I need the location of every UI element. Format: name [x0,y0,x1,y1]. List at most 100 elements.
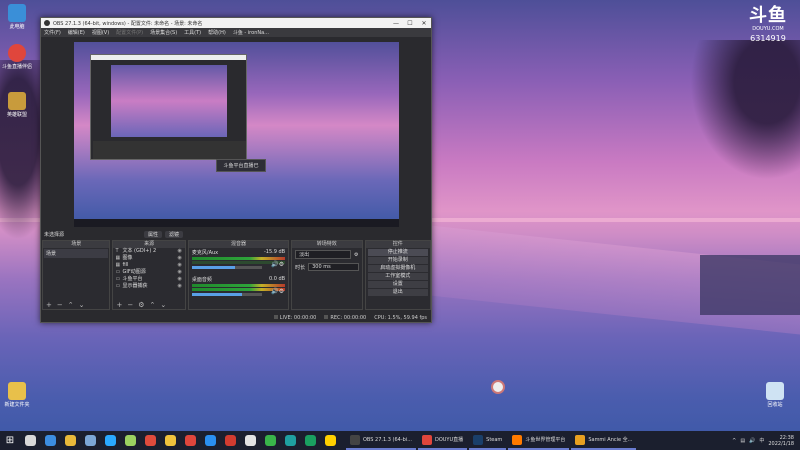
minimize-button[interactable]: — [389,20,403,27]
volume-slider[interactable] [191,293,262,296]
add-icon[interactable]: + [46,301,52,309]
transition-select[interactable]: 淡出 [295,250,352,259]
taskbar-app[interactable]: DOUYU直播 [417,431,468,450]
obs-window-title: OBS 27.1.3 (64-bit, windows) - 配置文件: 未命名… [53,20,203,27]
down-icon[interactable]: ⌄ [160,301,166,309]
obs-preview[interactable]: 斗鱼平台直播已 [74,42,399,227]
menu-file[interactable]: 文件(F) [44,29,61,36]
pinned-app-icon[interactable] [180,431,200,450]
menu-profile[interactable]: 配置文件(P) [116,29,143,36]
visibility-eye-icon[interactable]: ◉ [178,269,182,276]
desktop-pet-icon[interactable] [491,380,505,394]
pinned-app-icon[interactable] [120,431,140,450]
up-icon[interactable]: ⌃ [150,301,156,309]
start-recording-button[interactable]: 开始录制 [367,257,429,264]
menu-tools[interactable]: 工具(T) [184,29,201,36]
add-icon[interactable]: + [116,301,122,309]
stop-streaming-button[interactable]: 停止推流 [367,249,429,256]
duration-label: 时长 [295,264,306,271]
ime-icon[interactable]: 中 [759,437,764,444]
pinned-app-icon[interactable] [40,431,60,450]
pinned-app-icon[interactable] [160,431,180,450]
desktop-icon-this-pc[interactable]: 此电脑 [0,4,40,30]
mixer-dock: 混音器 麦克风/Aux -15.9 dB 🔊⚙ 桌面音频 0.0 dB 🔊⚙ [187,240,290,310]
douyu-site: DOUYU.COM [752,26,784,32]
app-icon [473,434,484,445]
obs-titlebar[interactable]: OBS 27.1.3 (64-bit, windows) - 配置文件: 未命名… [41,18,431,28]
exit-button[interactable]: 退出 [367,289,429,296]
pinned-app-icon[interactable] [60,431,80,450]
pinned-app-icon[interactable] [220,431,240,450]
gear-icon[interactable]: ⚙ [354,252,358,258]
visibility-eye-icon[interactable]: ◉ [178,255,182,262]
pinned-app-icon[interactable] [260,431,280,450]
source-item[interactable]: ▦ fill ◉ [113,262,184,269]
source-item[interactable]: ▦ 图像 ◉ [113,255,184,262]
pinned-app-icon[interactable] [240,431,260,450]
folder-icon [8,382,26,400]
filters-button[interactable]: 滤镜 [165,231,184,238]
gear-icon[interactable]: ⚙ [138,301,144,309]
source-item[interactable]: ▭ 显示器捕获 ◉ [113,283,184,290]
pinned-app-icon[interactable] [280,431,300,450]
studio-mode-button[interactable]: 工作室模式 [367,273,429,280]
speaker-gear-icon[interactable]: 🔊⚙ [271,261,284,268]
speaker-gear-icon[interactable]: 🔊⚙ [271,288,284,295]
start-button[interactable]: ⊞ [0,431,20,450]
menu-douyu[interactable]: 斗鱼 - ironNa... [233,29,269,36]
desktop-icon-douyu[interactable]: 斗鱼直播伴侣 [0,44,40,70]
menu-view[interactable]: 视图(V) [92,29,109,36]
pinned-app-icon[interactable] [300,431,320,450]
duration-input[interactable]: 300 ms [308,263,359,271]
pinned-app-icon[interactable] [20,431,40,450]
image-source-icon: ▦ [115,262,121,268]
menu-scene-collection[interactable]: 场景集合(S) [150,29,177,36]
close-button[interactable]: ✕ [417,20,431,27]
desktop-icon-lol[interactable]: 英雄联盟 [0,92,40,118]
taskbar-app[interactable]: Steam [469,431,507,450]
clock[interactable]: 22:38 2022/1/18 [768,435,794,447]
volume-slider[interactable] [191,266,262,269]
pinned-app-icon[interactable] [320,431,340,450]
pinned-app-icon[interactable] [200,431,220,450]
menu-help[interactable]: 帮助(H) [208,29,226,36]
up-icon[interactable]: ⌃ [68,301,74,309]
pinned-app-icon[interactable] [80,431,100,450]
virtual-camera-button[interactable]: 启动虚拟摄像机 [367,265,429,272]
nested-preview [111,65,227,137]
pinned-app-icon[interactable] [100,431,120,450]
maximize-button[interactable]: ☐ [403,20,417,27]
desktop-icon-new-folder[interactable]: 新建文件夹 [0,382,40,408]
source-item[interactable]: T 文本 (GDI+) 2 ◉ [113,248,184,255]
taskbar-app[interactable]: OBS 27.1.3 (64-bi... [346,431,416,450]
settings-button[interactable]: 设置 [367,281,429,288]
taskbar-app[interactable]: Sammi Ancie 全... [571,431,637,450]
volume-icon[interactable]: 🔊 [749,438,755,444]
tray-chevron-icon[interactable]: ^ [732,438,736,444]
down-icon[interactable]: ⌄ [79,301,85,309]
visibility-eye-icon[interactable]: ◉ [178,248,182,255]
pinned-apps [20,431,340,450]
pinned-app-icon[interactable] [140,431,160,450]
menu-edit[interactable]: 编辑(E) [68,29,85,36]
transitions-header: 转场特效 [292,241,362,248]
visibility-eye-icon[interactable]: ◉ [178,262,182,269]
scene-item[interactable]: 场景 [44,249,109,258]
desktop-icon-recycle-bin[interactable]: 回收站 [752,382,798,408]
remove-icon[interactable]: − [57,301,63,309]
live-icon [273,314,278,319]
volume-slider-fill [191,266,236,269]
preview-toast: 斗鱼平台直播已 [216,159,266,172]
channel-db: 0.0 dB [268,276,286,282]
source-item[interactable]: ▭ GIF动图源 ◉ [113,269,184,276]
visibility-eye-icon[interactable]: ◉ [178,283,182,290]
taskbar-app[interactable]: 斗鱼世界管理平台 [508,431,570,450]
source-item[interactable]: ▭ 斗鱼平台 ◉ [113,276,184,283]
remove-icon[interactable]: − [127,301,133,309]
source-toolbar: 未选择源 属性 滤镜 [41,230,431,239]
network-icon[interactable]: ▤ [740,438,745,444]
volume-meter [191,284,286,287]
obs-window: OBS 27.1.3 (64-bit, windows) - 配置文件: 未命名… [40,17,432,323]
properties-button[interactable]: 属性 [144,231,163,238]
visibility-eye-icon[interactable]: ◉ [178,276,182,283]
